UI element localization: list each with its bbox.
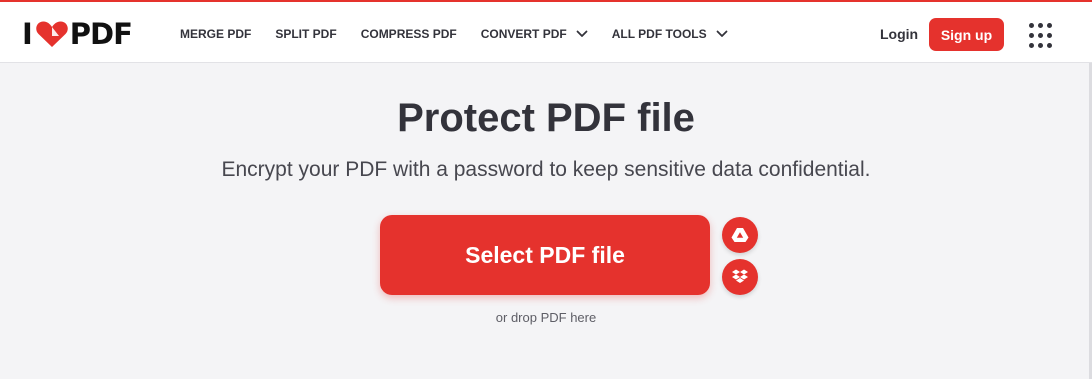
grid-dot xyxy=(1038,43,1043,48)
top-navigation-bar: I PDF MERGE PDF SPLIT PDF COMPRESS PDF C… xyxy=(0,0,1092,63)
google-drive-button[interactable] xyxy=(722,217,758,253)
page-title: Protect PDF file xyxy=(397,96,695,140)
google-drive-icon xyxy=(731,228,749,242)
heart-icon xyxy=(36,21,68,47)
drop-hint-text: or drop PDF here xyxy=(495,310,597,325)
nav-split-pdf[interactable]: SPLIT PDF xyxy=(275,27,336,41)
nav-split-pdf-label: SPLIT PDF xyxy=(275,26,337,41)
nav-compress-pdf[interactable]: COMPRESS PDF xyxy=(361,27,457,41)
main-nav: MERGE PDF SPLIT PDF COMPRESS PDF CONVERT… xyxy=(180,2,752,65)
nav-convert-pdf[interactable]: CONVERT PDF xyxy=(481,27,588,41)
signup-button[interactable]: Sign up xyxy=(929,18,1004,51)
grid-dot xyxy=(1029,43,1034,48)
logo-letter-i: I xyxy=(22,17,33,51)
grid-menu-icon[interactable] xyxy=(1029,23,1055,49)
logo-text-pdf: PDF xyxy=(69,17,133,51)
nav-merge-pdf[interactable]: MERGE PDF xyxy=(180,27,251,41)
grid-dot xyxy=(1038,23,1043,28)
chevron-down-icon xyxy=(716,30,728,37)
grid-dot xyxy=(1029,33,1034,38)
nav-all-pdf-tools-label: ALL PDF TOOLS xyxy=(611,26,707,41)
select-pdf-file-button[interactable]: Select PDF file xyxy=(380,215,710,295)
grid-dot xyxy=(1038,33,1043,38)
nav-compress-pdf-label: COMPRESS PDF xyxy=(360,26,457,41)
nav-merge-pdf-label: MERGE PDF xyxy=(180,26,252,41)
login-link[interactable]: Login xyxy=(880,26,918,42)
grid-dot xyxy=(1047,43,1052,48)
grid-dot xyxy=(1029,23,1034,28)
ilovepdf-logo[interactable]: I PDF xyxy=(22,17,133,51)
nav-convert-pdf-label: CONVERT PDF xyxy=(480,26,567,41)
grid-dot xyxy=(1047,33,1052,38)
nav-all-pdf-tools[interactable]: ALL PDF TOOLS xyxy=(612,27,728,41)
chevron-down-icon xyxy=(576,30,588,37)
dropbox-button[interactable] xyxy=(722,259,758,295)
grid-dot xyxy=(1047,23,1052,28)
dropbox-icon xyxy=(732,269,748,283)
page-subtitle: Encrypt your PDF with a password to keep… xyxy=(221,158,871,181)
